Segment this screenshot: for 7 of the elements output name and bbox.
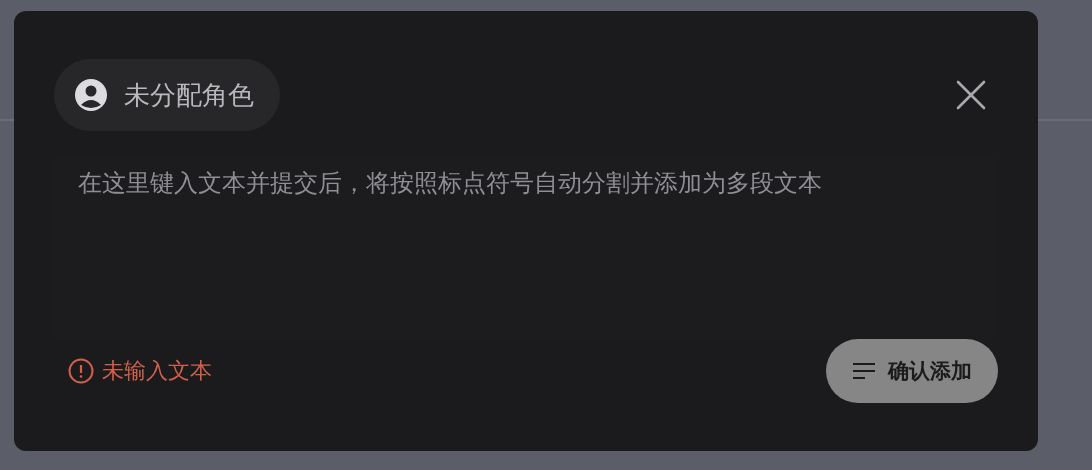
role-chip[interactable]: 未分配角色 (54, 59, 280, 131)
lines-icon (852, 362, 876, 380)
close-button[interactable] (954, 78, 988, 112)
error-message: 未输入文本 (102, 357, 212, 385)
close-icon (954, 78, 988, 112)
user-avatar-icon (74, 78, 108, 112)
warning-icon (68, 358, 94, 384)
